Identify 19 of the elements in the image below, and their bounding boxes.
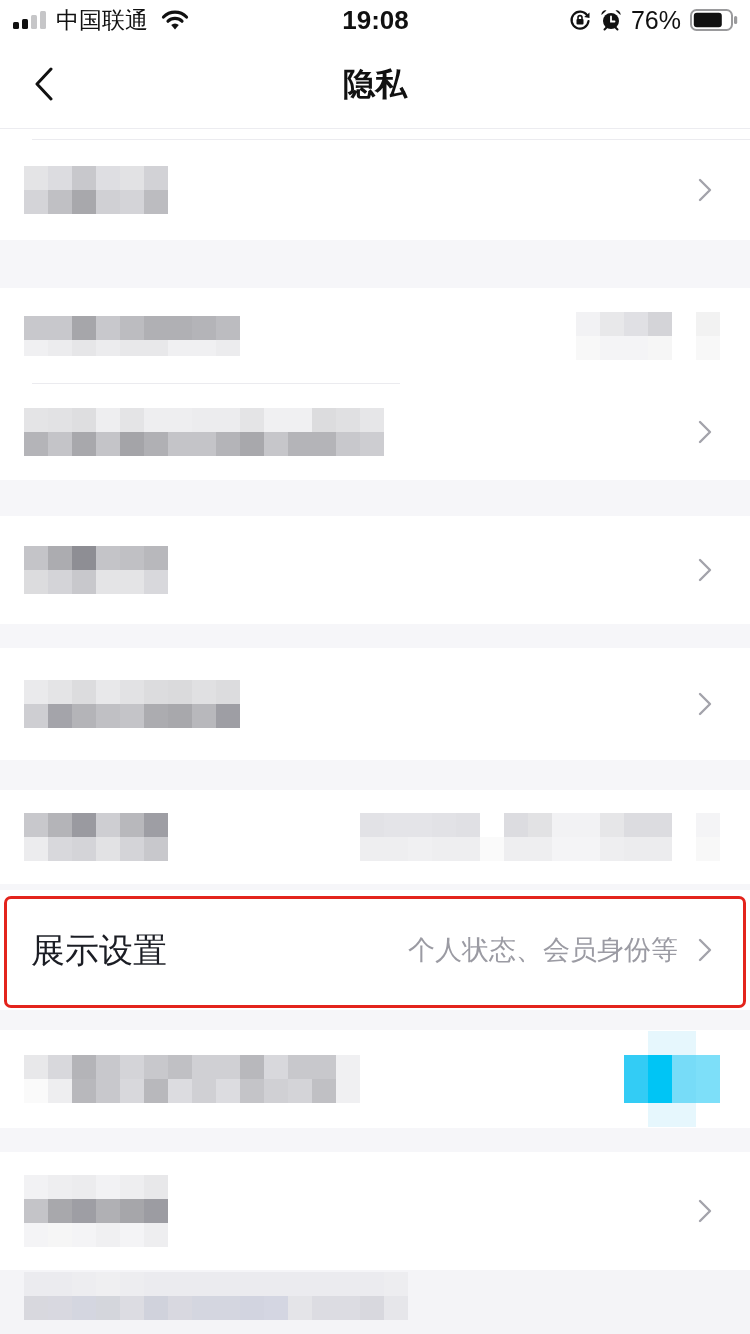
chevron-right-icon (698, 420, 712, 444)
chevron-right-icon (698, 558, 712, 582)
rotation-lock-icon (568, 9, 591, 31)
battery-icon (690, 9, 738, 31)
status-time: 19:08 (342, 7, 409, 33)
setting-detail: 个人状态、会员身份等 (408, 933, 678, 967)
alarm-clock-icon (599, 9, 622, 31)
chevron-right-icon (698, 1199, 712, 1223)
carrier-name: 中国联通 (56, 8, 148, 32)
chevron-right-icon (698, 692, 712, 716)
wifi-icon (161, 10, 189, 30)
battery-percentage: 76% (630, 7, 681, 33)
chevron-right-icon (698, 178, 712, 202)
setting-label: 展示设置 (31, 929, 167, 971)
back-chevron-icon (34, 67, 54, 101)
page-title: 隐私 (342, 68, 409, 100)
chevron-right-icon (698, 938, 712, 962)
pixelated-switch[interactable] (624, 1031, 720, 1127)
signal-icon (13, 11, 47, 29)
